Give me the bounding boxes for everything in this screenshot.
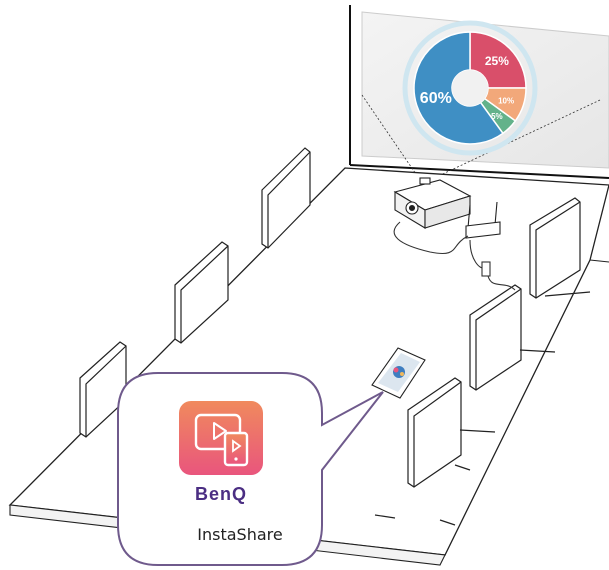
pie-center xyxy=(452,70,488,106)
pie-slice-label: 25% xyxy=(485,54,509,68)
app-name-label: InstaShare xyxy=(197,525,283,544)
brand-logo: BenQ xyxy=(195,484,247,504)
pie-slice-label: 10% xyxy=(498,97,514,106)
room-scene: 25%10%5%60% BenQ xyxy=(8,5,609,566)
pie-slice-label: 60% xyxy=(420,90,452,107)
instashare-app-icon xyxy=(179,401,263,475)
phone-icon xyxy=(223,431,249,467)
projected-pie-chart: 25%10%5%60% xyxy=(402,20,538,156)
conference-room-illustration: 25% 10% 5% 60% BenQ InstaShare xyxy=(0,0,609,570)
